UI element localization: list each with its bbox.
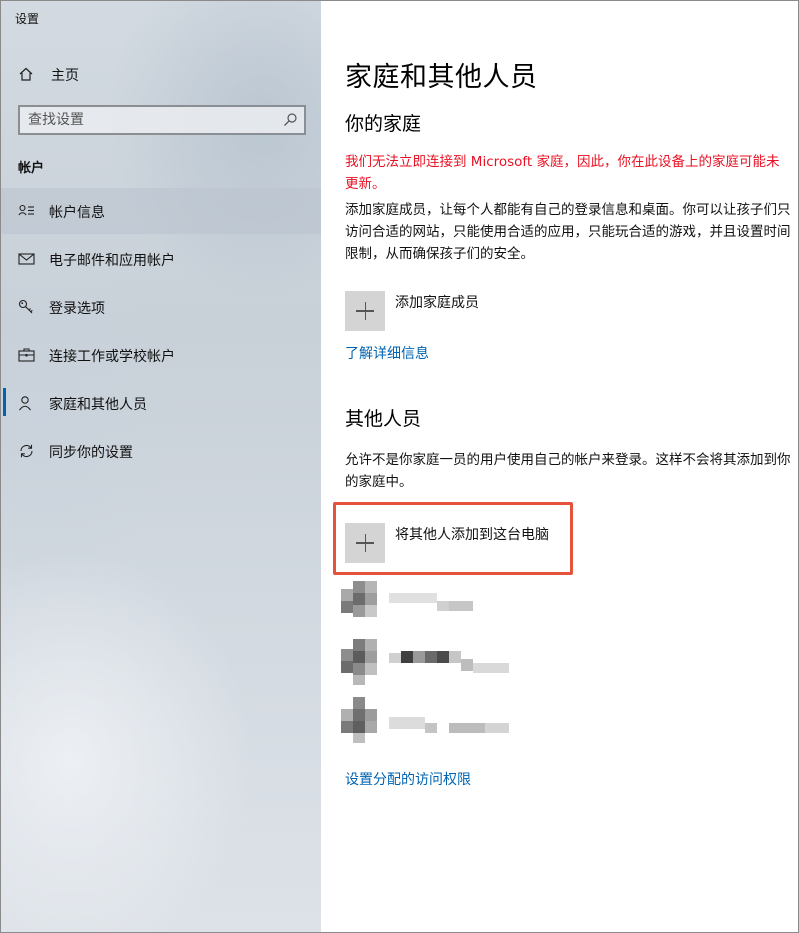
user-entry-obscured[interactable] <box>341 639 521 689</box>
learn-more-link[interactable]: 了解详细信息 <box>345 343 429 363</box>
sidebar-item-label: 连接工作或学校帐户 <box>49 349 175 365</box>
app-title: 设置 <box>15 12 40 26</box>
family-heading: 你的家庭 <box>345 113 422 135</box>
sync-icon <box>20 444 33 458</box>
sidebar-item-label: 电子邮件和应用帐户 <box>49 253 175 269</box>
key-icon <box>18 299 33 314</box>
mail-icon <box>18 253 35 265</box>
highlight-annotation-box <box>333 502 573 575</box>
sidebar-item-account-info[interactable]: 帐户信息 <box>1 188 321 234</box>
sidebar-item-work-school[interactable]: 连接工作或学校帐户 <box>1 332 321 378</box>
sidebar-item-sync-settings[interactable]: 同步你的设置 <box>1 428 321 474</box>
other-users-heading: 其他人员 <box>345 408 422 430</box>
family-warning: 我们无法立即连接到 Microsoft 家庭，因此，你在此设备上的家庭可能未更新… <box>345 154 780 192</box>
sidebar-item-label: 帐户信息 <box>49 205 105 221</box>
search-icon[interactable] <box>282 112 298 128</box>
section-title: 帐户 <box>18 161 45 176</box>
sidebar-item-label: 同步你的设置 <box>49 445 133 461</box>
other-users-description: 允许不是你家庭一员的用户使用自己的帐户来登录。这样不会将其添加到你的家庭中。 <box>345 452 791 490</box>
user-entry-obscured[interactable] <box>341 581 481 621</box>
home-nav-item[interactable]: 主页 <box>1 59 321 89</box>
add-family-member-label: 添加家庭成员 <box>395 295 479 311</box>
sidebar: 设置 主页 帐户 帐户信息 电子邮件和应用帐户 <box>1 1 321 932</box>
sidebar-item-family-other-users[interactable]: 家庭和其他人员 <box>1 380 321 426</box>
page-title: 家庭和其他人员 <box>345 62 538 93</box>
family-description: 添加家庭成员，让每个人都能有自己的登录信息和桌面。你可以让孩子们只访问合适的网站… <box>345 202 791 262</box>
user-entry-obscured[interactable] <box>341 697 521 747</box>
active-indicator <box>3 388 6 416</box>
search-box[interactable] <box>18 105 306 135</box>
sidebar-item-sign-in-options[interactable]: 登录选项 <box>1 284 321 330</box>
main-content: 家庭和其他人员 你的家庭 我们无法立即连接到 Microsoft 家庭，因此，你… <box>321 1 798 932</box>
add-family-member-button[interactable]: 添加家庭成员 <box>345 291 645 333</box>
home-icon <box>19 67 33 81</box>
assigned-access-link[interactable]: 设置分配的访问权限 <box>345 769 471 789</box>
home-label: 主页 <box>51 68 79 84</box>
plus-icon <box>345 291 385 331</box>
account-info-icon <box>18 204 34 216</box>
briefcase-icon <box>18 348 35 362</box>
sidebar-item-label: 登录选项 <box>49 301 105 317</box>
sidebar-item-label: 家庭和其他人员 <box>49 397 147 413</box>
person-icon <box>19 396 31 411</box>
search-input[interactable] <box>28 110 268 130</box>
sidebar-item-email-accounts[interactable]: 电子邮件和应用帐户 <box>1 236 321 282</box>
